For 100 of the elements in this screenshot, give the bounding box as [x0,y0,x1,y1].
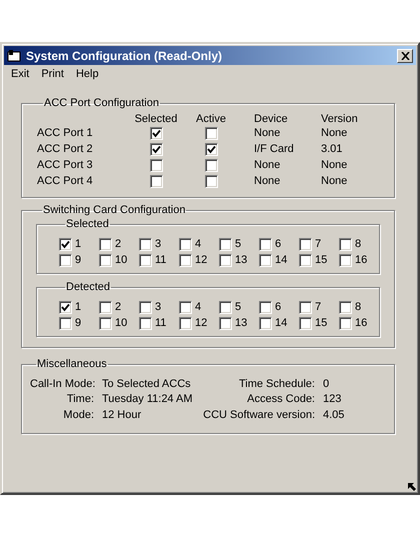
checkbox[interactable] [219,316,232,330]
checkbox[interactable] [139,300,152,314]
checkbox[interactable] [259,316,272,330]
checkbox[interactable] [299,238,312,250]
checkbox-label: 10 [115,254,128,266]
checkbox-label: 3 [155,238,162,250]
checkbox[interactable] [204,142,218,156]
device-cell-text: I/F Card [253,143,295,155]
field-label: Call-In Mode: [30,378,94,390]
group-title: ACC Port Configuration [43,97,160,109]
checkbox[interactable] [299,254,312,266]
port-label: ACC Port 4 [37,175,94,187]
version-cell-text: None [321,159,348,171]
checkbox-label: 2 [115,301,122,313]
column-header: Active [195,113,227,125]
checkbox[interactable] [204,126,218,140]
checkbox-label: 11 [155,254,166,266]
window-title: System Configuration (Read-Only) [26,48,224,62]
group-title: Detected [65,281,112,293]
checkbox-label: 4 [195,238,202,250]
checkbox[interactable] [59,300,72,314]
checkbox[interactable] [179,300,192,314]
checkbox[interactable] [259,238,272,250]
group-title: Switching Card Configuration [42,204,186,216]
field-value: Tuesday 11:24 AM [102,393,194,406]
resize-grip-icon[interactable] [408,483,417,492]
column-header: Version [321,113,359,125]
column-header: Device [253,113,289,125]
version-cell-text: 3.01 [321,143,344,155]
checkbox-label: 15 [315,254,328,266]
checkbox[interactable] [339,254,352,266]
field-label: CCU Software version: [202,408,315,421]
menu-item[interactable]: Help [70,68,105,80]
checkbox-label: 5 [235,238,242,250]
port-label: ACC Port 3 [37,159,94,171]
checkbox-label: 3 [155,301,162,313]
checkbox[interactable] [59,254,72,266]
menu-item[interactable]: Exit [5,68,36,80]
checkbox[interactable] [299,300,312,314]
checkbox[interactable] [339,238,352,250]
app-icon [7,49,21,62]
checkbox[interactable] [59,316,72,330]
checkbox[interactable] [99,254,112,266]
group-title: Miscellaneous [36,358,108,370]
version-cell-text: None [321,175,348,187]
checkbox-label: 9 [75,254,82,266]
checkbox[interactable] [219,300,232,314]
close-icon [400,52,410,60]
checkbox-label: 5 [235,301,242,313]
checkbox[interactable] [99,316,112,330]
checkbox[interactable] [150,142,162,156]
checkbox[interactable] [259,254,272,266]
checkbox[interactable] [339,316,352,330]
checkbox-label: 14 [275,317,288,329]
checkbox[interactable] [150,126,162,140]
checkbox-label: 1 [75,301,82,313]
checkbox-label: 11 [155,317,166,329]
checkbox-label: 16 [355,254,368,266]
checkbox[interactable] [150,158,162,172]
checkbox-label: 7 [315,301,322,313]
checkbox[interactable] [179,316,192,330]
checkbox[interactable] [139,316,152,330]
checkbox-label: 9 [75,317,82,329]
checkbox[interactable] [179,238,192,250]
close-button[interactable] [397,48,413,62]
port-label: ACC Port 1 [37,127,94,139]
checkbox-label: 8 [355,301,362,313]
menu-item[interactable]: Print [35,68,70,80]
checkbox[interactable] [339,300,352,314]
checkbox-label: 8 [355,238,362,250]
checkbox[interactable] [179,254,192,266]
device-cell-text: None [253,127,282,139]
field-value: 4.05 [323,408,346,421]
checkbox-label: 13 [235,317,248,329]
checkbox[interactable] [99,238,112,250]
checkbox-label: 14 [275,254,288,266]
field-value: 12 Hour [102,408,142,421]
checkbox[interactable] [139,254,152,266]
checkbox[interactable] [219,238,232,250]
checkbox[interactable] [204,174,218,188]
checkbox[interactable] [204,158,218,172]
device-cell-text: None [253,175,282,187]
checkbox-label: 12 [195,317,208,329]
checkbox-label: 6 [275,238,282,250]
checkbox-label: 16 [355,317,368,329]
checkbox[interactable] [99,300,112,314]
checkbox-label: 6 [275,301,282,313]
checkbox-label: 13 [235,254,248,266]
checkbox[interactable] [59,238,72,250]
checkbox-label: 12 [195,254,208,266]
device-cell-text: None [253,159,282,171]
checkbox[interactable] [150,174,162,188]
checkbox-label: 10 [115,317,128,329]
field-label: Time Schedule: [238,378,315,390]
checkbox[interactable] [299,316,312,330]
checkbox-label: 1 [75,238,82,250]
checkbox[interactable] [259,300,272,314]
version-cell-text: None [321,127,348,139]
checkbox[interactable] [139,238,152,250]
checkbox[interactable] [219,254,232,266]
